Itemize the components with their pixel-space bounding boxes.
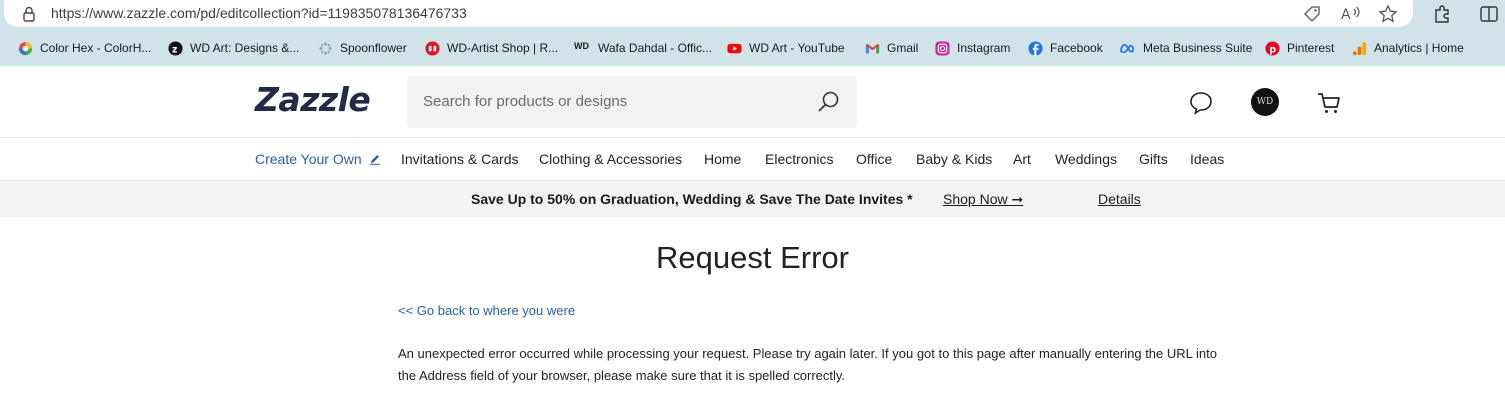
analytics-icon: [1352, 41, 1367, 55]
nav-art[interactable]: Art: [1013, 151, 1031, 167]
browser-toolbar: https://www.zazzle.com/pd/editcollection…: [0, 0, 1505, 29]
bookmark-label: Analytics | Home: [1374, 41, 1464, 55]
bookmark-label: Color Hex - ColorH...: [40, 41, 152, 55]
bookmark-label: WD Art - YouTube: [749, 41, 845, 55]
bookmark-wd-artist-shop[interactable]: WD-Artist Shop | R...: [425, 39, 558, 57]
bookmark-label: Pinterest: [1287, 41, 1335, 55]
bookmark-meta-business[interactable]: Meta Business Suite: [1118, 39, 1252, 57]
nav-create-your-own[interactable]: Create Your Own: [255, 151, 381, 167]
bookmark-color-hex[interactable]: Color Hex - ColorH...: [18, 39, 151, 57]
search-input[interactable]: Search for products or designs: [423, 93, 627, 110]
bookmark-facebook[interactable]: Facebook: [1028, 39, 1103, 57]
avatar[interactable]: WD: [1251, 88, 1279, 116]
bookmark-label: Spoonflower: [340, 41, 407, 55]
bookmark-wd-art-designs[interactable]: z WD Art: Designs &...: [168, 39, 299, 57]
error-message: An unexpected error occurred while proce…: [398, 346, 1217, 383]
bookmark-label: WD-Artist Shop | R...: [447, 41, 559, 55]
tag-icon[interactable]: [1302, 4, 1322, 24]
bookmark-gmail[interactable]: Gmail: [865, 39, 918, 57]
bookmark-label: Instagram: [957, 41, 1011, 55]
spoonflower-icon: [319, 41, 332, 55]
bookmark-label: Gmail: [887, 41, 919, 55]
shop-now-link[interactable]: Shop Now ➞: [943, 191, 1023, 208]
category-nav: Create Your Own Invitations & Cards Clot…: [0, 139, 1505, 180]
bookmark-label: Facebook: [1050, 41, 1103, 55]
svg-text:z: z: [172, 44, 177, 55]
zazzle-z-icon: z: [168, 40, 183, 56]
search-icon[interactable]: [817, 90, 841, 114]
site-header: Zazzle Search for products or designs WD: [0, 66, 1505, 138]
redbubble-icon: [425, 40, 440, 56]
nav-baby-kids[interactable]: Baby & Kids: [916, 151, 992, 167]
youtube-icon: [727, 43, 742, 53]
instagram-icon: [935, 40, 950, 56]
bookmark-spoonflower[interactable]: Spoonflower: [318, 39, 407, 57]
nav-office[interactable]: Office: [856, 151, 892, 167]
page-title: Request Error: [656, 240, 849, 275]
pencil-icon: [369, 155, 380, 165]
nav-clothing-accessories[interactable]: Clothing & Accessories: [539, 151, 682, 167]
bookmarks-bar: Color Hex - ColorH... z WD Art: Designs …: [0, 29, 1505, 66]
address-bar[interactable]: https://www.zazzle.com/pd/editcollection…: [4, 0, 1413, 27]
search-box[interactable]: Search for products or designs: [407, 76, 857, 128]
svg-text:A: A: [1341, 7, 1351, 23]
nav-weddings[interactable]: Weddings: [1055, 151, 1117, 167]
read-aloud-icon[interactable]: A: [1340, 4, 1362, 24]
nav-gifts[interactable]: Gifts: [1139, 151, 1168, 167]
svg-text:p: p: [1269, 44, 1276, 55]
bookmark-pinterest[interactable]: p Pinterest: [1265, 39, 1334, 57]
favorite-star-icon[interactable]: [1378, 4, 1398, 24]
meta-icon: [1120, 43, 1134, 53]
go-back-link[interactable]: << Go back to where you were: [398, 303, 575, 318]
cart-icon[interactable]: [1316, 90, 1342, 116]
split-screen-icon[interactable]: [1479, 4, 1499, 24]
zazzle-logo[interactable]: Zazzle: [255, 80, 371, 119]
bookmark-instagram[interactable]: Instagram: [935, 39, 1010, 57]
nav-ideas[interactable]: Ideas: [1190, 151, 1224, 167]
bookmark-analytics[interactable]: Analytics | Home: [1352, 39, 1464, 57]
bookmark-label: WD Art: Designs &...: [190, 41, 300, 55]
nav-home[interactable]: Home: [704, 151, 741, 167]
extensions-icon[interactable]: [1432, 4, 1452, 24]
bookmark-youtube[interactable]: WD Art - YouTube: [727, 39, 845, 57]
url-text[interactable]: https://www.zazzle.com/pd/editcollection…: [51, 5, 467, 21]
nav-invitations-cards[interactable]: Invitations & Cards: [401, 151, 519, 167]
nav-label: Create Your Own: [255, 151, 362, 167]
lock-icon[interactable]: [20, 5, 38, 23]
bookmark-wafa-dahdal[interactable]: WD Wafa Dahdal - Offic...: [574, 39, 712, 57]
wd-text-icon: WD: [574, 40, 589, 51]
chat-icon[interactable]: [1188, 90, 1214, 116]
promo-banner: Save Up to 50% on Graduation, Wedding & …: [0, 180, 1505, 217]
bookmark-label: Meta Business Suite: [1143, 41, 1253, 55]
gmail-icon: [865, 43, 880, 53]
bookmark-label: Wafa Dahdal - Offic...: [598, 41, 713, 55]
promo-text: Save Up to 50% on Graduation, Wedding & …: [471, 191, 913, 207]
details-link[interactable]: Details: [1098, 191, 1141, 207]
pinterest-icon: p: [1265, 40, 1280, 56]
nav-electronics[interactable]: Electronics: [765, 151, 833, 167]
facebook-icon: [1028, 40, 1043, 56]
color-hex-icon: [18, 41, 33, 55]
